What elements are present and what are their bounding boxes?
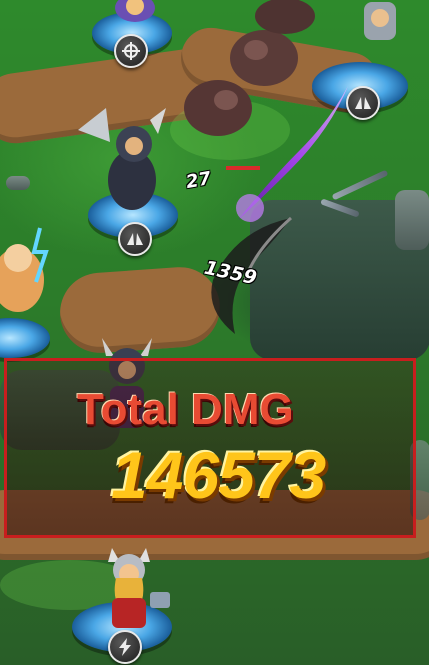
game-scene: 27 1359 Total DMG 146573 — [0, 0, 429, 665]
total-damage-value: 146573 — [111, 438, 326, 512]
armored-warrior[interactable] — [70, 100, 180, 220]
wings-icon[interactable] — [346, 86, 380, 120]
rock — [395, 190, 429, 250]
horned-knight[interactable] — [350, 0, 410, 46]
health-bar — [226, 166, 260, 170]
lightning-mage[interactable] — [0, 218, 60, 328]
total-damage-label: Total DMG — [77, 385, 294, 434]
damage-popup: 27 — [184, 167, 213, 194]
rock — [6, 176, 30, 190]
winged-helm-hero[interactable] — [105, 0, 165, 30]
thor-hero[interactable] — [90, 538, 180, 638]
lightning-icon[interactable] — [108, 630, 142, 664]
crosshair-icon[interactable] — [114, 34, 148, 68]
rock-golem — [255, 0, 315, 34]
wings-icon[interactable] — [118, 222, 152, 256]
total-damage-panel: Total DMG 146573 — [4, 358, 416, 538]
magic-beam — [236, 86, 348, 222]
